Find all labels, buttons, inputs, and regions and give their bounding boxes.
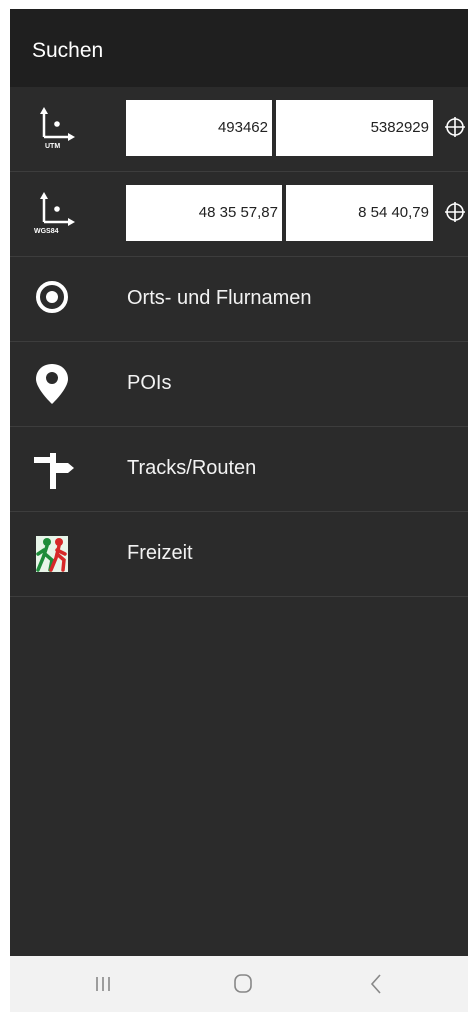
menu-item-label: POIs (127, 372, 172, 394)
utm-easting-field[interactable]: 493462 (126, 100, 272, 156)
wgs84-label: WGS84 (34, 228, 59, 235)
menu-item-ortsnamen[interactable]: Orts- und Flurnamen (10, 257, 468, 342)
recent-apps-icon[interactable] (86, 969, 120, 999)
menu-item-label: Freizeit (127, 542, 193, 564)
home-icon[interactable] (226, 969, 260, 999)
menu-item-pois[interactable]: POIs (10, 342, 468, 427)
utm-northing-field[interactable]: 5382929 (276, 100, 433, 156)
utm-coordinate-row: UTM 493462 5382929 (10, 87, 468, 172)
signpost-icon (34, 453, 74, 489)
menu-item-tracks[interactable]: Tracks/Routen (10, 427, 468, 512)
utm-axis-icon: UTM (40, 107, 75, 150)
app-header: Suchen (10, 9, 468, 87)
back-icon[interactable] (360, 969, 394, 999)
map-pin-icon (36, 364, 68, 404)
wgs84-latitude-field[interactable]: 48 35 57,87 (126, 185, 282, 241)
system-navigation-bar (10, 956, 468, 1012)
hikers-icon (36, 536, 68, 572)
utm-crosshair-icon[interactable] (444, 116, 466, 138)
wgs84-crosshair-icon[interactable] (444, 201, 466, 223)
wgs84-axis-icon: WGS84 (34, 192, 75, 235)
utm-label: UTM (45, 143, 60, 150)
page-title: Suchen (32, 39, 104, 62)
target-icon (36, 281, 68, 313)
search-panel: Suchen UTM 493462 5382929 WGS84 48 35 57… (10, 9, 468, 1012)
wgs84-coordinate-row: WGS84 48 35 57,87 8 54 40,79 (10, 172, 468, 257)
menu-item-freizeit[interactable]: Freizeit (10, 512, 468, 597)
wgs84-longitude-field[interactable]: 8 54 40,79 (286, 185, 433, 241)
menu-item-label: Orts- und Flurnamen (127, 287, 312, 309)
menu-item-label: Tracks/Routen (127, 457, 257, 479)
